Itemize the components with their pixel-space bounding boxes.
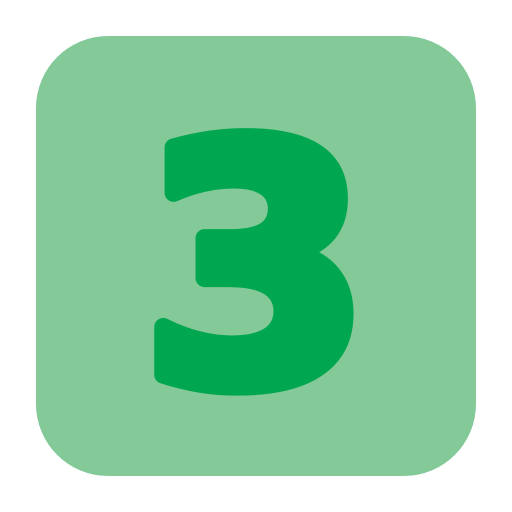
number-three-app-icon[interactable]: 3 [36, 36, 476, 476]
digit-label: 3 [141, 76, 371, 460]
number-three-icon: 3 [132, 67, 380, 469]
